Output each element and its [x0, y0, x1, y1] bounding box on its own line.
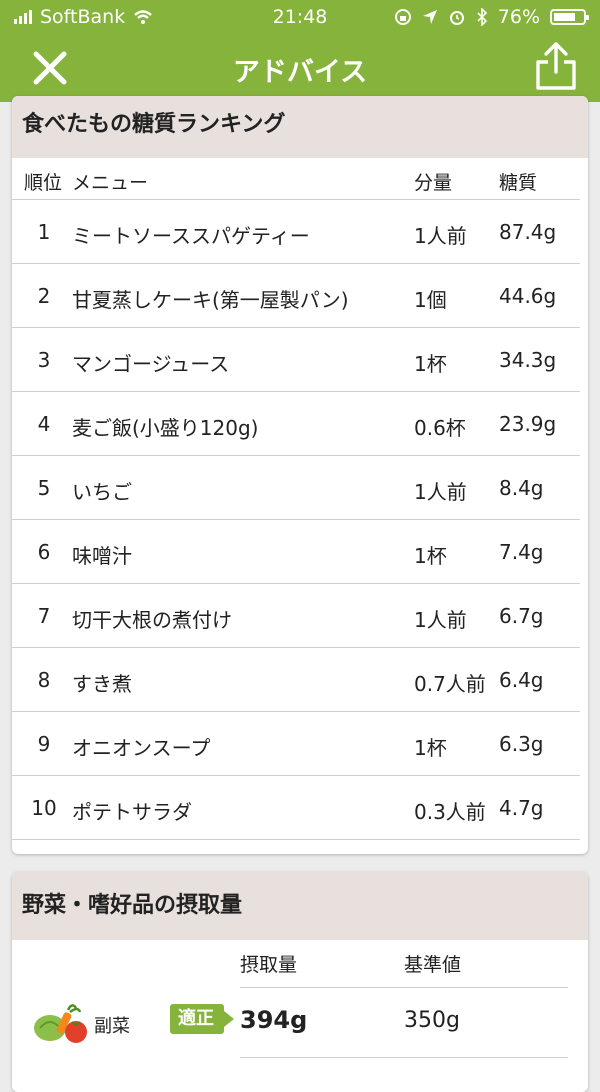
rank-number: 4 [37, 412, 51, 436]
intake-value: 394g [240, 1006, 308, 1034]
carb-amount: 44.6g [499, 284, 557, 308]
intake-header-label: 摂取量 [240, 954, 298, 976]
menu-name: ミートソーススパゲティー [72, 224, 310, 248]
vegetable-header: 摂取量 基準値 [12, 940, 588, 988]
ranking-row: 5 いちご 1人前 8.4g [12, 456, 588, 520]
carb-amount: 8.4g [499, 476, 544, 500]
carb-ranking-card: 食べたもの糖質ランキング 順位 メニュー 分量 糖質 1 ミートソーススパゲティー… [12, 96, 588, 854]
menu-name: いちご [72, 480, 132, 504]
menu-name: ポテトサラダ [72, 800, 192, 824]
rank-number: 8 [37, 668, 51, 692]
ranking-row: 10 ポテトサラダ 0.3人前 4.7g [12, 776, 588, 840]
ranking-row: 2 甘夏蒸しケーキ(第一屋製パン) 1個 44.6g [12, 264, 588, 328]
quantity: 0.6杯 [414, 416, 466, 440]
vegetable-title: 野菜・嗜好品の摂取量 [12, 872, 588, 940]
vegetable-intake-card: 野菜・嗜好品の摂取量 摂取量 基準値 副菜 適正 394g 350g [12, 872, 588, 1092]
menu-name: 麦ご飯(小盛り120g) [72, 416, 259, 440]
vegetable-icon [34, 1004, 87, 1043]
quantity: 1杯 [414, 544, 447, 568]
menu-name: 切干大根の煮付け [72, 608, 232, 632]
quantity: 0.3人前 [414, 800, 486, 824]
status-bar: SoftBank 21:48 76% [0, 0, 600, 34]
carb-amount: 6.7g [499, 604, 544, 628]
carb-amount: 87.4g [499, 220, 557, 244]
vegetable-row: 副菜 適正 394g 350g [12, 988, 588, 1058]
quantity: 1個 [414, 288, 447, 312]
rank-number: 7 [37, 604, 51, 628]
status-badge: 適正 [170, 1004, 234, 1034]
quantity: 1人前 [414, 480, 467, 504]
carb-amount: 34.3g [499, 348, 557, 372]
rank-number: 3 [37, 348, 51, 372]
menu-name: マンゴージュース [72, 352, 230, 376]
navigation-bar: アドバイス [0, 34, 600, 102]
rank-number: 10 [31, 796, 57, 820]
rank-number: 5 [37, 476, 51, 500]
quantity: 1杯 [414, 736, 447, 760]
rank-number: 2 [37, 284, 51, 308]
ranking-row: 1 ミートソーススパゲティー 1人前 87.4g [12, 200, 588, 264]
share-icon[interactable] [534, 40, 578, 92]
ranking-row: 4 麦ご飯(小盛り120g) 0.6杯 23.9g [12, 392, 588, 456]
rank-header-label: 順位 [24, 172, 63, 194]
standard-header-label: 基準値 [404, 954, 462, 976]
side-dish-label: 副菜 [94, 1016, 130, 1037]
menu-name: 味噌汁 [72, 544, 132, 568]
menu-header-label: メニュー [72, 172, 149, 194]
carb-header-label: 糖質 [499, 172, 538, 194]
menu-name: すき煮 [72, 672, 132, 696]
ranking-title: 食べたもの糖質ランキング [12, 96, 588, 158]
standard-value: 350g [404, 1008, 460, 1033]
rank-number: 9 [37, 732, 51, 756]
rank-number: 1 [37, 220, 51, 244]
ranking-row: 6 味噌汁 1杯 7.4g [12, 520, 588, 584]
ranking-row: 7 切干大根の煮付け 1人前 6.7g [12, 584, 588, 648]
ranking-row: 9 オニオンスープ 1杯 6.3g [12, 712, 588, 776]
rotation-lock-icon [394, 9, 411, 25]
menu-name: 甘夏蒸しケーキ(第一屋製パン) [72, 288, 349, 312]
ranking-row: 3 マンゴージュース 1杯 34.3g [12, 328, 588, 392]
battery-icon [550, 9, 589, 25]
carb-amount: 7.4g [499, 540, 544, 564]
carb-amount: 6.4g [499, 668, 544, 692]
location-icon [422, 10, 437, 24]
carb-amount: 23.9g [499, 412, 557, 436]
ranking-row: 8 すき煮 0.7人前 6.4g [12, 648, 588, 712]
carb-amount: 4.7g [499, 796, 544, 820]
page-title: アドバイス [232, 57, 368, 88]
carb-amount: 6.3g [499, 732, 544, 756]
rank-number: 6 [37, 540, 51, 564]
battery-percent: 76% [497, 6, 540, 28]
quantity: 1人前 [414, 608, 467, 632]
menu-name: オニオンスープ [72, 736, 211, 760]
bluetooth-icon [477, 8, 487, 26]
quantity: 0.7人前 [414, 672, 486, 696]
ranking-header: 順位 メニュー 分量 糖質 [12, 158, 588, 200]
quantity: 1杯 [414, 352, 447, 376]
quantity: 1人前 [414, 224, 467, 248]
quantity-header-label: 分量 [414, 172, 453, 194]
alarm-icon [449, 11, 464, 25]
